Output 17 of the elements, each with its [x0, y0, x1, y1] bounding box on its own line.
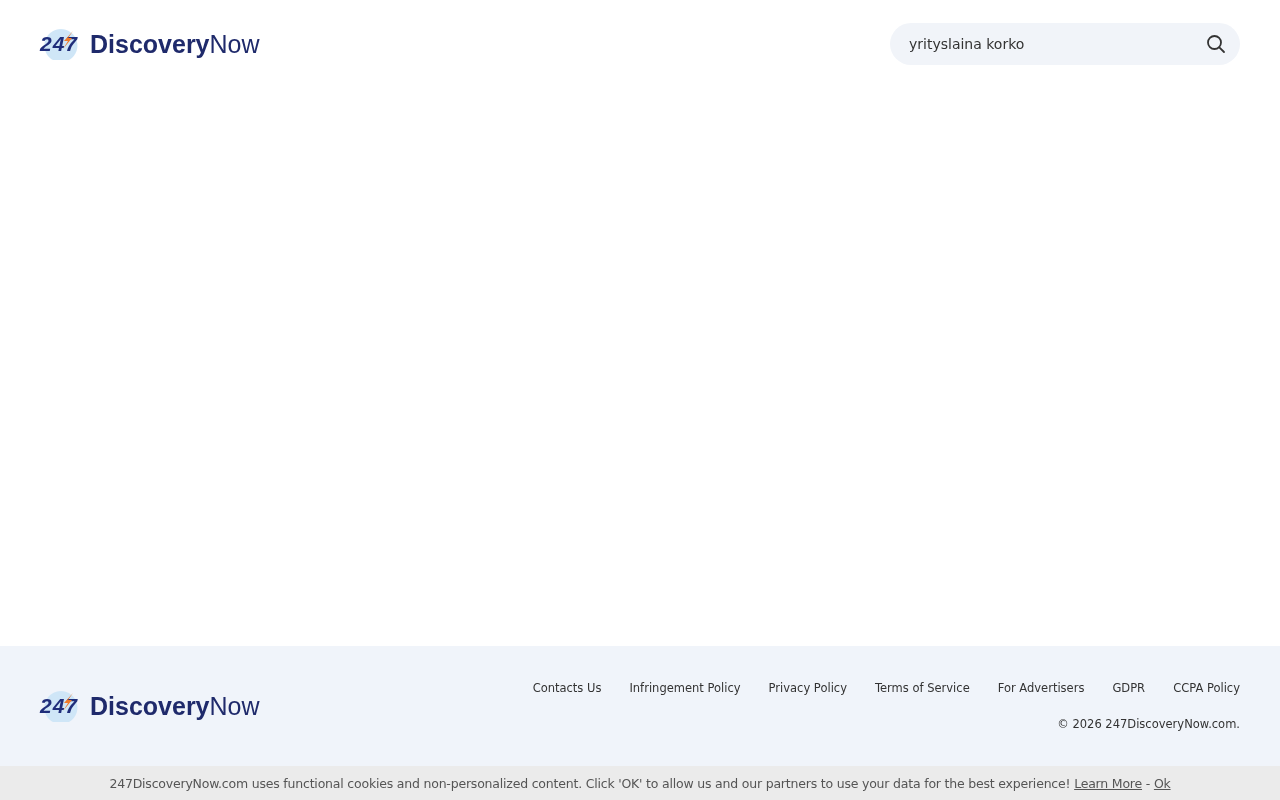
footer-link[interactable]: GDPR: [1112, 681, 1146, 695]
copyright-text: © 2026 247DiscoveryNow.com.: [1057, 717, 1240, 731]
logo-wordmark[interactable]: DiscoveryNow: [90, 691, 260, 721]
search-field[interactable]: yrityslaina korko: [890, 23, 1240, 65]
logo-number: 247: [40, 28, 79, 60]
search-icon[interactable]: [1206, 34, 1226, 54]
footer-link[interactable]: Infringement Policy: [629, 681, 741, 695]
learn-more-link[interactable]: Learn More: [1074, 775, 1143, 791]
cookie-notice: 247DiscoveryNow.com uses functional cookies and non-personalized content. Click 'OK' to allow us and our partners to use your data for the best experience! Learn More - Ok: [109, 775, 1171, 791]
footer-link[interactable]: Terms of Service: [874, 681, 970, 695]
footer-link[interactable]: For Advertisers: [997, 681, 1085, 695]
logo-number: 247: [40, 690, 79, 722]
footer-link[interactable]: Privacy Policy: [768, 681, 847, 695]
ok-link[interactable]: Ok: [1153, 775, 1171, 791]
footer-link[interactable]: CCPA Policy: [1173, 681, 1240, 695]
footer-link[interactable]: Contacts Us: [532, 681, 602, 695]
logo-wordmark[interactable]: DiscoveryNow: [90, 29, 260, 59]
